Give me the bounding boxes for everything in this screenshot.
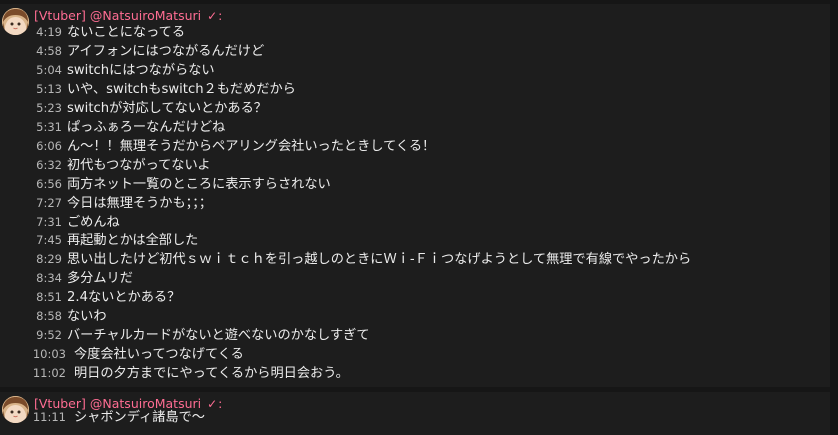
message-timestamp: 7:45 bbox=[36, 233, 62, 248]
message-timestamp: 6:56 bbox=[36, 176, 62, 191]
message-text: いや、switchもswitch２もだめだから bbox=[67, 81, 296, 97]
scrollbar-track[interactable] bbox=[830, 0, 838, 435]
author-line: [Vtuber] @NatsuiroMatsuri ✓: bbox=[34, 7, 222, 24]
message-timestamp: 6:32 bbox=[36, 157, 62, 172]
chat-message: 8:34 多分ムリだ bbox=[0, 269, 828, 288]
message-text: アイフォンにはつながるんだけど bbox=[67, 43, 265, 59]
message-timestamp: 11:02 bbox=[32, 366, 66, 381]
chat-message: 11:11 シャボンディ諸島で～ bbox=[0, 408, 828, 427]
message-timestamp: 5:04 bbox=[36, 62, 62, 77]
message-text: ないことになってる bbox=[67, 25, 186, 40]
message-text: バーチャルカードがないと遊べないのかなしすぎて bbox=[67, 328, 370, 344]
chat-message: 6:32 初代もつながってないよ bbox=[0, 156, 828, 175]
message-timestamp: 8:29 bbox=[36, 252, 62, 267]
message-timestamp: 10:03 bbox=[32, 347, 66, 362]
chat-message: 9:52 バーチャルカードがないと遊べないのかなしすぎて bbox=[0, 326, 828, 345]
message-timestamp: 7:31 bbox=[36, 214, 62, 229]
author-badge: [Vtuber] bbox=[34, 8, 86, 23]
chat-message: 8:29 思い出したけど初代ｓｗｉｔｃｈを引っ越しのときにＷｉ-Ｆｉつなげようとし… bbox=[0, 250, 828, 269]
message-text: 2.4ないとかある？ bbox=[67, 290, 181, 306]
message-timestamp: 5:31 bbox=[36, 119, 62, 134]
chat-message: 7:27 今日は無理そうかも；；； bbox=[0, 194, 828, 213]
message-timestamp: 6:06 bbox=[36, 138, 62, 153]
chat-message: 5:13 いや、switchもswitch２もだめだから bbox=[0, 80, 828, 99]
chat-message: 6:56 両方ネット一覧のところに表示すらされない bbox=[0, 175, 828, 194]
chat-message: 5:23 switchが対応してないとかある？ bbox=[0, 99, 828, 118]
message-timestamp: 8:51 bbox=[36, 290, 62, 305]
message-text: ないわ bbox=[67, 309, 107, 325]
message-timestamp: 9:52 bbox=[36, 328, 62, 343]
message-text: switchが対応してないとかある？ bbox=[67, 100, 267, 116]
message-timestamp: 4:19 bbox=[36, 25, 62, 39]
message-timestamp: 4:58 bbox=[36, 43, 62, 58]
message-text: ごめんね bbox=[67, 214, 120, 230]
chat-message: 8:51 2.4ないとかある？ bbox=[0, 288, 828, 307]
chat-message: 11:02 明日の夕方までにやってくるから明日会おう。 bbox=[0, 364, 828, 383]
chat-message: 7:31 ごめんね bbox=[0, 213, 828, 232]
chat-message: 4:19 ないことになってる bbox=[0, 23, 828, 42]
message-text: ん～！！無理そうだからペアリング会社いったときしてくる！ bbox=[67, 138, 436, 154]
message-text: 明日の夕方までにやってくるから明日会おう。 bbox=[74, 366, 349, 382]
chat-message: 5:04 switchにはつながらない bbox=[0, 61, 828, 80]
message-timestamp: 5:13 bbox=[36, 81, 62, 96]
verified-check-icon: ✓ bbox=[207, 9, 218, 23]
message-timestamp: 11:11 bbox=[32, 410, 66, 424]
message-timestamp: 8:34 bbox=[36, 271, 62, 286]
message-group: [Vtuber] @NatsuiroMatsuri ✓: 11:11 シャボンディ… bbox=[0, 392, 830, 435]
chat-message: 7:45 再起動とかは全部した bbox=[0, 231, 828, 250]
message-text: switchにはつながらない bbox=[67, 62, 215, 78]
chat-message: 6:06 ん～！！無理そうだからペアリング会社いったときしてくる！ bbox=[0, 137, 828, 156]
message-timestamp: 8:58 bbox=[36, 309, 62, 324]
author-colon: : bbox=[218, 8, 223, 23]
message-text: 今度会社いってつなげてくる bbox=[74, 347, 244, 363]
message-text: 再起動とかは全部した bbox=[67, 233, 199, 249]
message-text: 両方ネット一覧のところに表示すらされない bbox=[67, 176, 331, 192]
chat-message: 5:31 ぱっふぁろーなんだけどね bbox=[0, 118, 828, 137]
message-text: 思い出したけど初代ｓｗｉｔｃｈを引っ越しのときにＷｉ-Ｆｉつなげようとして無理で… bbox=[67, 252, 692, 268]
message-group: [Vtuber] @NatsuiroMatsuri ✓: 4:19 ないことになっ… bbox=[0, 4, 830, 387]
chat-log: [Vtuber] @NatsuiroMatsuri ✓: 4:19 ないことになっ… bbox=[0, 0, 838, 435]
message-text: 多分ムリだ bbox=[67, 271, 133, 287]
chat-message: 4:58 アイフォンにはつながるんだけど bbox=[0, 42, 828, 61]
message-timestamp: 5:23 bbox=[36, 100, 62, 115]
message-text: 初代もつながってないよ bbox=[67, 157, 211, 173]
message-text: ぱっふぁろーなんだけどね bbox=[67, 119, 226, 135]
author-name[interactable]: @NatsuiroMatsuri bbox=[90, 8, 201, 23]
message-text: シャボンディ諸島で～ bbox=[74, 410, 205, 425]
message-timestamp: 7:27 bbox=[36, 195, 62, 210]
chat-message: 8:58 ないわ bbox=[0, 307, 828, 326]
message-text: 今日は無理そうかも；；； bbox=[67, 195, 213, 211]
chat-message: 10:03 今度会社いってつなげてくる bbox=[0, 345, 828, 364]
